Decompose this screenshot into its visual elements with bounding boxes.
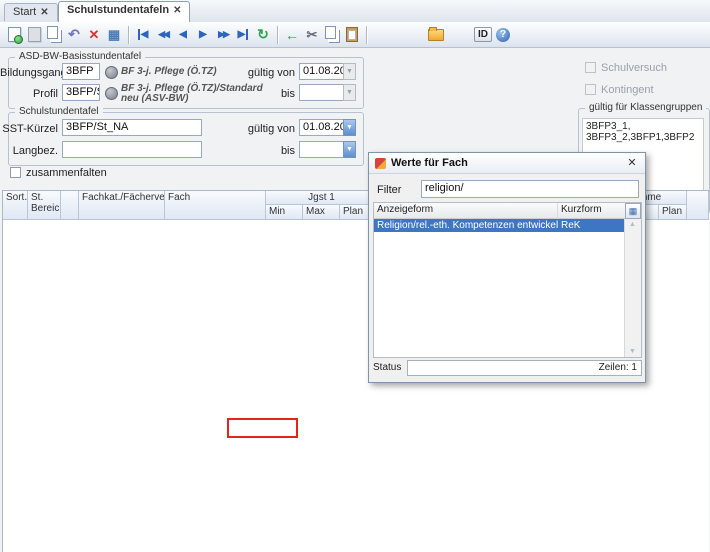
nav-first-icon[interactable]: ◀ <box>134 26 152 44</box>
kontingent-label: Kontingent <box>601 84 654 96</box>
header-sort[interactable]: Sort. <box>3 191 28 220</box>
tab-schulstundentafeln-close-icon[interactable]: ✕ <box>173 5 181 16</box>
nav-next-icon[interactable]: ▶ <box>194 26 212 44</box>
tab-start-close-icon[interactable]: ✕ <box>40 7 48 18</box>
langbez-field[interactable] <box>62 141 202 158</box>
bildungsgang-field[interactable]: 3BFP <box>62 63 100 80</box>
profil-label: Profil <box>0 88 58 100</box>
dialog-col-kurzform[interactable]: Kurzform <box>558 203 626 219</box>
profil-browse-icon[interactable] <box>105 87 118 100</box>
group-schulstundentafel-title: Schulstundentafel <box>15 106 103 117</box>
dialog-filter-label: Filter <box>377 184 401 196</box>
dialog-filter-input[interactable]: religion/ <box>421 180 639 198</box>
dialog-column-chooser-icon[interactable]: ▦ <box>625 203 641 219</box>
nav-next-fast-icon[interactable]: ▶▶ <box>214 26 232 44</box>
header-st-bereich[interactable]: St.Bereich <box>28 191 61 220</box>
gueltig-von-label: gültig von <box>240 67 295 79</box>
bildungsgang-description: BF 3-j. Pflege (Ö.TZ) <box>121 67 256 77</box>
dialog-app-icon <box>375 158 386 169</box>
dialog-col-anzeigeform[interactable]: Anzeigeform <box>374 203 558 219</box>
zusammenfalten-checkbox[interactable] <box>10 167 21 178</box>
tab-schulstundentafeln-label: Schulstundentafeln <box>67 4 169 16</box>
sst-bis-dropdown-icon[interactable]: ▼ <box>343 141 356 158</box>
dialog-status-label: Status <box>373 362 401 373</box>
zusammenfalten-label: zusammenfalten <box>26 167 107 179</box>
werte-fuer-fach-dialog: Werte für Fach ✕ Filter religion/ Anzeig… <box>368 152 646 383</box>
header-group-jgst1[interactable]: Jgst 1 <box>266 191 378 205</box>
klassengruppen-line1: 3BFP3_1, <box>586 121 700 132</box>
profil-field[interactable]: 3BFP/S <box>62 84 100 101</box>
sst-gueltig-von-field[interactable]: 01.08.2020 <box>299 119 344 136</box>
dialog-title: Werte für Fach <box>391 157 468 169</box>
bis-label: bis <box>260 88 295 100</box>
dialog-close-icon[interactable]: ✕ <box>625 156 639 170</box>
schulversuch-checkbox[interactable] <box>585 62 596 73</box>
dialog-row-kurzform: ReK <box>558 219 625 232</box>
gueltig-von-field[interactable]: 01.08.2020 <box>299 63 344 80</box>
profil-description: BF 3-j. Pflege (Ö.TZ)/Standard neu (ASV-… <box>121 84 269 104</box>
sst-bis-label: bis <box>260 145 295 157</box>
langbez-label: Langbez. <box>0 145 58 157</box>
dialog-title-bar[interactable]: Werte für Fach <box>369 153 645 174</box>
tab-bar: Start ✕ Schulstundentafeln ✕ <box>0 0 710 23</box>
copy-icon[interactable] <box>323 26 341 44</box>
dialog-scrollbar[interactable]: ▲ ▼ <box>624 219 641 357</box>
sst-kuerzel-label: SST-Kürzel <box>0 123 58 135</box>
help-icon[interactable]: ? <box>494 26 512 44</box>
bis-field[interactable] <box>299 84 344 101</box>
group-klassengruppen-title: gültig für Klassengruppen <box>585 102 706 113</box>
cut-icon[interactable]: ✂ <box>303 26 321 44</box>
sst-gueltig-von-label: gültig von <box>240 123 295 135</box>
klassengruppen-line2: 3BFP3_2,3BFP1,3BFP2 <box>586 132 700 143</box>
header-sub-jgst1-0[interactable]: Min <box>266 205 303 220</box>
nav-prev-icon[interactable]: ◀ <box>174 26 192 44</box>
undo-icon[interactable]: ↶ <box>65 26 83 44</box>
header-sub-summe-2[interactable]: Plan <box>659 205 687 220</box>
dialog-row-count: Zeilen: 1 <box>407 360 642 376</box>
paste-icon[interactable] <box>343 26 361 44</box>
delete-record-icon[interactable]: ✕ <box>85 26 103 44</box>
folder-icon[interactable] <box>427 26 445 44</box>
group-asd-title: ASD-BW-Basisstundentafel <box>15 51 145 62</box>
tab-start[interactable]: Start ✕ <box>4 3 58 21</box>
dialog-status-bar: Status Zeilen: 1 <box>373 360 642 376</box>
main-toolbar: ↶✕▦◀◀◀◀▶▶▶▶↻←✂ID? <box>0 22 710 48</box>
dialog-result-list: Anzeigeform Kurzform ▦ Religion/rel.-eth… <box>373 202 642 358</box>
sst-gueltig-von-dropdown-icon[interactable]: ▼ <box>343 119 356 136</box>
application-window: Start✕ Schulstundentafeln✕ ↶✕▦◀◀◀◀▶▶▶▶↻←… <box>0 0 710 552</box>
header-icon-column[interactable] <box>61 191 79 220</box>
sst-kuerzel-field[interactable]: 3BFP/St_NA <box>62 119 202 136</box>
header-fach[interactable]: Fach <box>165 191 266 220</box>
nav-prev-fast-icon[interactable]: ◀◀ <box>154 26 172 44</box>
bildungsgang-browse-icon[interactable] <box>105 66 118 79</box>
save-icon[interactable] <box>25 26 43 44</box>
toolbar-separator <box>277 26 278 44</box>
header-delete-column[interactable] <box>687 191 709 220</box>
dialog-row-anzeigeform: Religion/rel.-eth. Kompetenzen entwickel… <box>374 219 558 232</box>
bis-dropdown-icon[interactable]: ▼ <box>343 84 356 101</box>
tab-schulstundentafeln[interactable]: Schulstundentafeln ✕ <box>58 1 190 22</box>
refresh-icon[interactable]: ↻ <box>254 26 272 44</box>
edit-table-icon[interactable]: ▦ <box>105 26 123 44</box>
dialog-list-row-selected[interactable]: Religion/rel.-eth. Kompetenzen entwickel… <box>374 219 625 232</box>
back-arrow-icon[interactable]: ← <box>283 26 301 44</box>
new-record-icon[interactable] <box>5 26 23 44</box>
annotation-highlight-box <box>227 418 298 438</box>
tab-start-label: Start <box>13 6 36 18</box>
nav-last-icon[interactable]: ▶ <box>234 26 252 44</box>
toolbar-separator <box>366 26 367 44</box>
scroll-down-icon[interactable]: ▼ <box>625 348 640 355</box>
toolbar-separator <box>128 26 129 44</box>
scroll-up-icon[interactable]: ▲ <box>625 221 640 228</box>
header-sub-jgst1-1[interactable]: Max <box>303 205 340 220</box>
schulversuch-label: Schulversuch <box>601 62 667 74</box>
id-icon[interactable]: ID <box>474 26 492 44</box>
bildungsgang-label: Bildungsgang <box>0 67 58 79</box>
header-fachkat[interactable]: Fachkat./Fächerverb. <box>79 191 165 220</box>
sst-bis-field[interactable] <box>299 141 344 158</box>
gueltig-von-dropdown-icon[interactable]: ▼ <box>343 63 356 80</box>
copy-record-icon[interactable] <box>45 26 63 44</box>
kontingent-checkbox[interactable] <box>585 84 596 95</box>
